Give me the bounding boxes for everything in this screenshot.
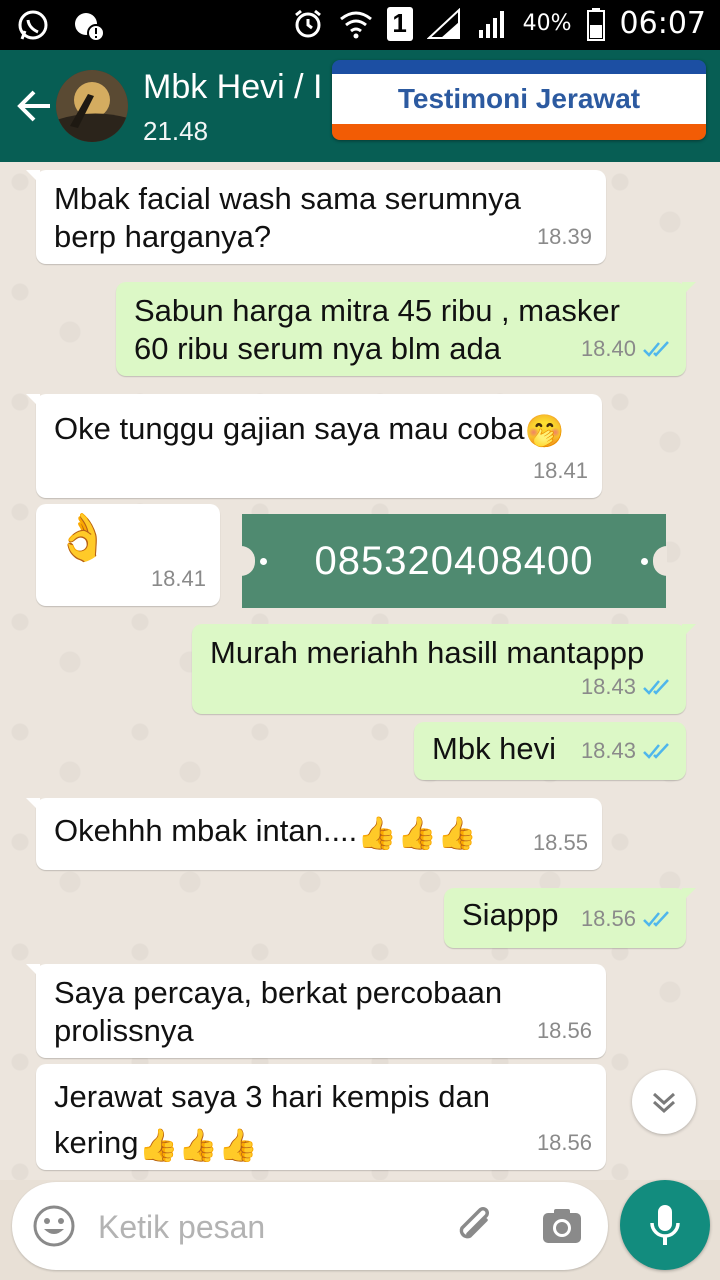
alarm-icon	[291, 7, 325, 41]
mic-button[interactable]	[620, 1180, 710, 1270]
message-time: 18.56	[536, 1018, 592, 1043]
scroll-down-button[interactable]	[632, 1070, 696, 1134]
thumbs-up-emoji: 👍👍👍	[357, 814, 477, 851]
banner-label: Testimoni Jerawat	[332, 74, 706, 124]
message-incoming[interactable]: Okehhh mbak intan....👍👍👍 18.55	[26, 798, 602, 870]
camera-icon[interactable]	[540, 1204, 584, 1248]
read-ticks-icon	[643, 679, 669, 695]
signal-icon	[475, 7, 509, 41]
message-text: Mbk hevi	[432, 731, 557, 766]
chat-area[interactable]: Mbak facial wash sama serumnya berp harga…	[0, 162, 720, 1180]
signal-icon	[426, 7, 461, 41]
status-bar: 1 40% 06:07	[0, 0, 720, 50]
alert-icon	[72, 9, 106, 43]
phone-number-overlay: 085320408400	[241, 514, 667, 608]
message-time: 18.43	[580, 674, 636, 699]
message-text: prolissnya	[54, 1013, 194, 1048]
contact-name[interactable]: Mbk Hevi / I	[143, 68, 322, 107]
message-incoming[interactable]: Saya percaya, berkat percobaan prolissnya…	[26, 964, 606, 1058]
message-incoming[interactable]: Mbak facial wash sama serumnya berp harga…	[26, 170, 606, 264]
avatar[interactable]	[56, 70, 128, 142]
message-text: Sabun harga mitra 45 ribu , masker	[134, 293, 620, 328]
message-time: 18.41	[532, 458, 588, 483]
read-ticks-icon	[643, 911, 669, 927]
ok-hand-emoji: 👌	[54, 511, 112, 563]
phone-number: 085320408400	[314, 538, 594, 583]
message-time: 18.56	[580, 906, 636, 931]
battery-icon	[586, 7, 606, 41]
message-time: 18.55	[532, 830, 588, 855]
back-arrow-icon[interactable]	[14, 84, 54, 128]
message-time: 18.40	[580, 336, 636, 361]
hand-over-mouth-emoji: 🤭	[524, 412, 565, 449]
message-outgoing[interactable]: Sabun harga mitra 45 ribu , masker 60 rib…	[116, 282, 696, 376]
paperclip-icon[interactable]	[452, 1202, 500, 1250]
message-text: 60 ribu serum nya blm ada	[134, 331, 502, 366]
message-text: Jerawat saya 3 hari kempis dan	[54, 1079, 490, 1114]
message-time: 18.39	[536, 224, 592, 249]
message-outgoing[interactable]: Murah meriahh hasill mantappp 18.43	[192, 624, 696, 714]
message-text: berp harganya?	[54, 219, 272, 254]
message-outgoing[interactable]: Mbk hevi 18.43	[414, 722, 686, 780]
message-input[interactable]	[96, 1200, 440, 1254]
emoji-icon[interactable]	[32, 1204, 76, 1248]
message-text: Murah meriahh hasill mantappp	[210, 635, 645, 670]
message-text: Okehhh mbak intan....	[54, 813, 358, 848]
message-time: 18.43	[580, 738, 636, 763]
sim-icon: 1	[386, 6, 413, 41]
message-text: Saya percaya, berkat percobaan	[54, 975, 503, 1010]
message-composer	[12, 1182, 608, 1270]
message-incoming[interactable]: Jerawat saya 3 hari kempis dan kering👍👍👍 …	[36, 1064, 606, 1170]
thumbs-up-emoji: 👍👍👍	[138, 1126, 258, 1163]
message-incoming[interactable]: Oke tunggu gajian saya mau coba🤭 18.41	[26, 394, 602, 498]
double-chevron-down-icon	[652, 1092, 676, 1114]
message-text: kering	[54, 1125, 139, 1160]
battery-percent: 40%	[522, 11, 572, 36]
last-seen: 21.48	[143, 116, 209, 146]
read-ticks-icon	[643, 743, 669, 759]
message-time: 18.56	[536, 1130, 592, 1155]
testimonial-banner: Testimoni Jerawat	[332, 60, 706, 140]
message-text: Oke tunggu gajian saya mau coba	[54, 411, 525, 446]
message-incoming[interactable]: 👌 18.41	[36, 504, 220, 606]
message-outgoing[interactable]: Siappp 18.56	[444, 888, 696, 948]
whatsapp-icon	[16, 9, 50, 43]
clock: 06:07	[619, 6, 706, 41]
read-ticks-icon	[643, 341, 669, 357]
message-text: Siappp	[462, 897, 559, 932]
message-text: Mbak facial wash sama serumnya	[54, 181, 521, 216]
microphone-icon	[650, 1205, 680, 1245]
message-time: 18.41	[150, 566, 206, 591]
wifi-icon	[339, 7, 373, 41]
